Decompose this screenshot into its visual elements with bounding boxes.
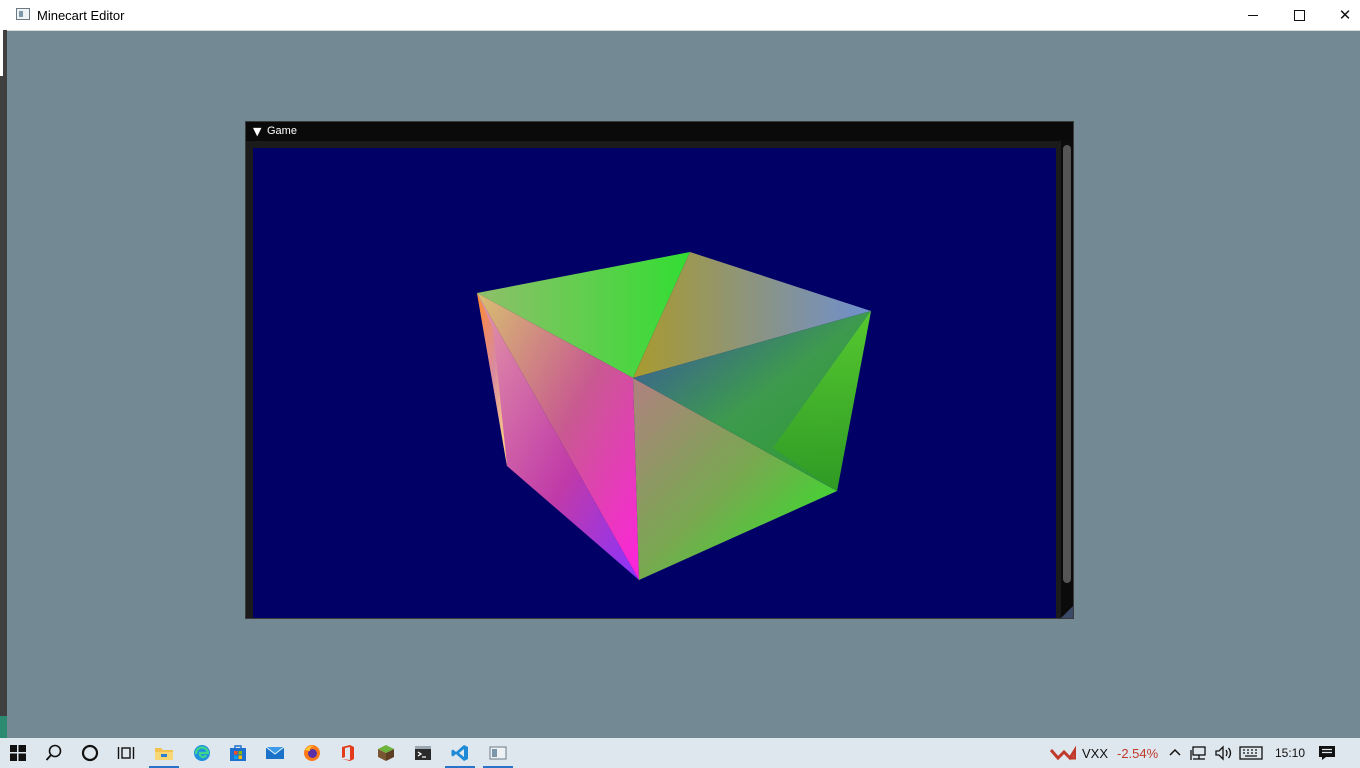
- maximize-icon: [1293, 9, 1305, 21]
- stock-ticker-change[interactable]: -2.54%: [1117, 746, 1158, 761]
- folder-icon: [155, 748, 173, 760]
- vscode-icon: [451, 745, 468, 761]
- store-button[interactable]: [220, 738, 256, 768]
- search-icon: [45, 744, 62, 761]
- mail-button[interactable]: [257, 738, 293, 768]
- terminal-button[interactable]: [405, 738, 441, 768]
- office-icon: [342, 745, 354, 761]
- circle-icon: [81, 744, 99, 762]
- edge-button[interactable]: [184, 738, 220, 768]
- desktop-edge-accent: [0, 716, 7, 738]
- chevron-up-icon[interactable]: [1168, 747, 1182, 757]
- start-button[interactable]: [0, 738, 36, 768]
- window-titlebar[interactable]: Minecart Editor ✕: [0, 0, 1360, 31]
- game-viewport[interactable]: [253, 148, 1056, 618]
- terminal-icon: [415, 746, 431, 760]
- vscode-button[interactable]: [442, 738, 478, 768]
- grass-block-icon: [378, 745, 394, 761]
- cube-render: [477, 252, 871, 580]
- game-panel-titlebar[interactable]: ▼ Game: [246, 122, 1073, 141]
- resize-grip[interactable]: [1061, 606, 1073, 618]
- stock-ticker-symbol[interactable]: VXX: [1082, 746, 1108, 761]
- cortana-button[interactable]: [72, 738, 108, 768]
- scrollbar-thumb[interactable]: [1063, 145, 1071, 583]
- mail-icon: [265, 746, 285, 759]
- app-window-icon: [16, 8, 30, 20]
- edge-icon: [194, 745, 210, 761]
- volume-icon[interactable]: [1214, 745, 1234, 761]
- windows-icon: [10, 745, 26, 761]
- game-panel-scrollbar[interactable]: [1061, 141, 1073, 617]
- close-button[interactable]: ✕: [1322, 0, 1360, 30]
- task-view-icon: [117, 747, 135, 759]
- notification-icon[interactable]: [1318, 745, 1336, 761]
- keyboard-icon[interactable]: [1239, 746, 1263, 760]
- minecart-editor-button[interactable]: [480, 738, 516, 768]
- window-title: Minecart Editor: [37, 8, 125, 23]
- close-icon: ✕: [1338, 5, 1352, 24]
- search-button[interactable]: [36, 738, 72, 768]
- app-window-icon: [489, 746, 507, 760]
- taskbar: VXX -2.54% 15:10: [0, 738, 1360, 768]
- collapse-arrow-icon[interactable]: ▼: [253, 125, 261, 138]
- game-panel[interactable]: ▼ Game: [245, 121, 1074, 619]
- firefox-button[interactable]: [294, 738, 330, 768]
- task-view-button[interactable]: [108, 738, 144, 768]
- file-explorer-button[interactable]: [146, 738, 182, 768]
- desktop-edge-highlight: [0, 30, 3, 76]
- game-panel-title: Game: [267, 125, 297, 137]
- minimize-button[interactable]: [1230, 0, 1276, 30]
- clock-time[interactable]: 15:10: [1275, 746, 1305, 760]
- network-icon[interactable]: [1190, 745, 1210, 761]
- desktop-edge: [0, 30, 7, 738]
- office-button[interactable]: [330, 738, 366, 768]
- firefox-icon: [304, 745, 320, 761]
- maximize-button[interactable]: [1276, 0, 1322, 30]
- store-icon: [230, 745, 246, 761]
- minimize-icon: [1248, 14, 1258, 16]
- minecraft-button[interactable]: [368, 738, 404, 768]
- stock-chart-icon: [1050, 745, 1076, 761]
